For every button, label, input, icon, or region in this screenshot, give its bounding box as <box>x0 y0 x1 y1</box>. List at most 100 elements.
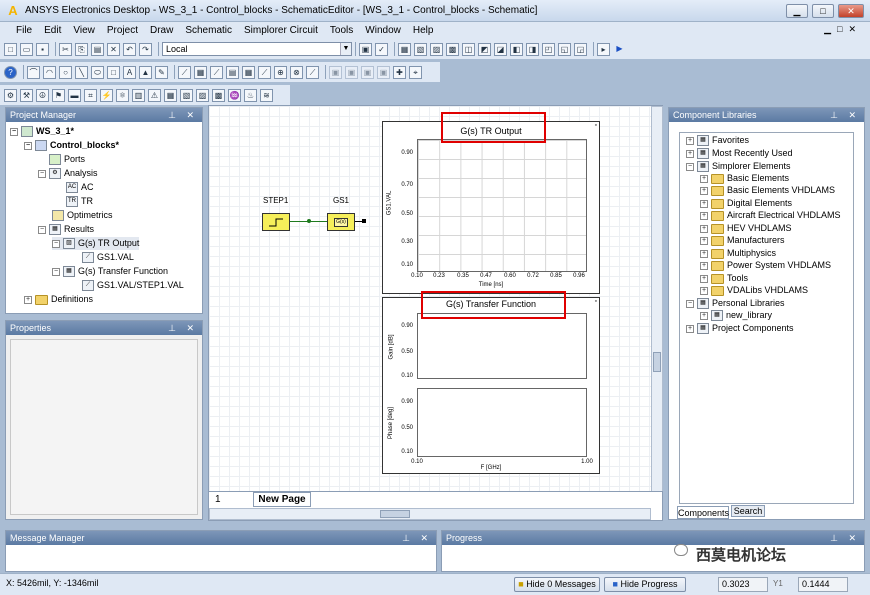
comp-6-icon[interactable]: ⌗ <box>84 88 97 102</box>
comp-7-icon[interactable]: ⚡ <box>100 88 113 102</box>
maximize-button[interactable]: □ <box>812 4 834 18</box>
model-icon[interactable]: ◱ <box>558 42 571 56</box>
tab-new-page[interactable]: New Page <box>253 492 311 507</box>
polar-plot-icon[interactable]: ⊕ <box>274 65 287 79</box>
cut-icon[interactable]: ✂ <box>59 42 72 56</box>
lib-basic-vhdlams[interactable]: + Basic Elements VHDLAMS <box>700 184 835 197</box>
comp-16-icon[interactable]: ♨ <box>244 88 257 102</box>
panel-pin-close-icon[interactable]: ⊥ ✕ <box>830 531 860 545</box>
param-icon[interactable]: ▩ <box>446 42 459 56</box>
vertical-scrollbar[interactable] <box>651 106 663 493</box>
tree-item-design[interactable]: − Control_blocks* <box>24 139 119 152</box>
design-check-icon[interactable]: ◩ <box>478 42 491 56</box>
marker-icon[interactable]: ✚ <box>393 65 406 79</box>
properties-icon[interactable]: ✎ <box>155 65 168 79</box>
menu-file[interactable]: File <box>10 25 38 36</box>
copy-icon[interactable]: ⎘ <box>75 42 88 56</box>
tree-item-project[interactable]: − WS_3_1* <box>10 125 74 138</box>
comp-14-icon[interactable]: ▩ <box>212 88 225 102</box>
smith-chart-icon[interactable]: ⊗ <box>290 65 303 79</box>
paste-icon[interactable]: ▤ <box>91 42 104 56</box>
comp-10-icon[interactable]: ⚠ <box>148 88 161 102</box>
panel-pin-close-icon[interactable]: ⊥ ✕ <box>168 108 198 122</box>
tree-item-transfer-function[interactable]: − ▦ G(s) Transfer Function <box>52 265 168 278</box>
plot-9-icon[interactable]: ⟋ <box>306 65 319 79</box>
tree-item-analysis[interactable]: − ⚙ Analysis <box>38 167 98 180</box>
schematic-canvas[interactable]: STEP1 GS1 G(s) ▫ G(s) TR Output GS1.VAL … <box>208 105 663 493</box>
export-icon[interactable]: ◲ <box>574 42 587 56</box>
plot-5-icon[interactable]: ▦ <box>242 65 255 79</box>
tr-output-plot[interactable]: ▫ G(s) TR Output GS1.VAL 0.90 0.70 0.50 … <box>382 121 600 294</box>
comp-2-icon[interactable]: ⚒ <box>20 88 33 102</box>
menu-view[interactable]: View <box>67 25 101 36</box>
arc-icon[interactable]: ⌒ <box>27 65 40 79</box>
comp-12-icon[interactable]: ▧ <box>180 88 193 102</box>
library-icon[interactable]: ◧ <box>510 42 523 56</box>
menu-draw[interactable]: Draw <box>144 25 179 36</box>
lib-new-library[interactable]: + ▦ new_library <box>700 309 772 322</box>
mdi-window-controls[interactable]: ▁□✕ <box>824 24 862 35</box>
horizontal-scrollbar[interactable] <box>209 508 651 520</box>
delete-icon[interactable]: ✕ <box>107 42 120 56</box>
menu-edit[interactable]: Edit <box>38 25 67 36</box>
comp-4-icon[interactable]: ⚑ <box>52 88 65 102</box>
lib-favorites[interactable]: + ▦ Favorites <box>686 134 749 147</box>
menu-window[interactable]: Window <box>359 25 407 36</box>
validate-icon[interactable]: ✓ <box>375 42 388 56</box>
redo-icon[interactable]: ↷ <box>139 42 152 56</box>
tree-item-gs1-val[interactable]: ⟋ GS1.VAL <box>82 251 134 264</box>
comp-9-icon[interactable]: ▥ <box>132 88 145 102</box>
help-icon[interactable]: ? <box>4 65 17 79</box>
comp-1-icon[interactable]: ⚙ <box>4 88 17 102</box>
scroll-thumb[interactable] <box>653 352 661 372</box>
comp-13-icon[interactable]: ▨ <box>196 88 209 102</box>
lib-power-system[interactable]: + Power System VHDLAMS <box>700 259 831 272</box>
run-icon[interactable]: ▶ <box>613 43 626 56</box>
panel-pin-close-icon[interactable]: ⊥ ✕ <box>168 321 198 335</box>
machine-combo[interactable]: Local ▼ <box>162 42 352 56</box>
tree-item-ports[interactable]: Ports <box>49 153 85 166</box>
new-icon[interactable]: □ <box>4 42 17 56</box>
save-icon[interactable]: ▪ <box>36 42 49 56</box>
open-icon[interactable]: ▭ <box>20 42 33 56</box>
menu-project[interactable]: Project <box>101 25 144 36</box>
simulate-icon[interactable]: ▸ <box>597 42 610 56</box>
rectangle-icon[interactable]: □ <box>107 65 120 79</box>
lib-vdalibs[interactable]: + VDALibs VHDLAMS <box>700 284 808 297</box>
analyze-icon[interactable]: ▣ <box>359 42 372 56</box>
tree-item-results[interactable]: − ▦ Results <box>38 223 94 236</box>
menu-tools[interactable]: Tools <box>324 25 359 36</box>
report-icon[interactable]: ▧ <box>414 42 427 56</box>
step1-block[interactable] <box>262 213 290 231</box>
tab-search[interactable]: Search <box>731 505 765 517</box>
menu-help[interactable]: Help <box>407 25 440 36</box>
menu-schematic[interactable]: Schematic <box>179 25 238 36</box>
panel-pin-close-icon[interactable]: ⊥ ✕ <box>402 531 432 545</box>
gs1-block[interactable]: G(s) <box>327 213 355 231</box>
tree-item-definitions[interactable]: + Definitions <box>24 293 93 306</box>
tree-item-optimetrics[interactable]: Optimetrics <box>52 209 113 222</box>
plot-1-icon[interactable]: ⟋ <box>178 65 191 79</box>
lib-project-components[interactable]: + ▦ Project Components <box>686 322 794 335</box>
tree-item-gs1-step1[interactable]: ⟋ GS1.VAL/STEP1.VAL <box>82 279 184 292</box>
tree-item-tr[interactable]: TR TR <box>66 195 93 208</box>
lib-manufacturers[interactable]: + Manufacturers <box>700 234 785 247</box>
tree-item-ac[interactable]: AC AC <box>66 181 94 194</box>
arc-ccw-icon[interactable]: ◠ <box>43 65 56 79</box>
text-icon[interactable]: A <box>123 65 136 79</box>
symbol-icon[interactable]: ◨ <box>526 42 539 56</box>
plot-2-icon[interactable]: ▦ <box>194 65 207 79</box>
field-icon[interactable]: ▨ <box>430 42 443 56</box>
scroll-thumb[interactable] <box>380 510 410 518</box>
menu-simplorer-circuit[interactable]: Simplorer Circuit <box>238 25 324 36</box>
cursor-icon[interactable]: ⌖ <box>409 65 422 79</box>
lib-recent[interactable]: + ▦ Most Recently Used <box>686 147 793 160</box>
chevron-down-icon[interactable]: ▼ <box>340 43 351 55</box>
plot-3-icon[interactable]: ⟋ <box>210 65 223 79</box>
comp-17-icon[interactable]: ≋ <box>260 88 273 102</box>
close-button[interactable]: ✕ <box>838 4 864 18</box>
comp-15-icon[interactable]: ♒ <box>228 88 241 102</box>
tree-item-tr-output[interactable]: − ▨ G(s) TR Output <box>52 237 140 250</box>
minimize-button[interactable]: ▁ <box>786 4 808 18</box>
sweep-icon[interactable]: ◫ <box>462 42 475 56</box>
